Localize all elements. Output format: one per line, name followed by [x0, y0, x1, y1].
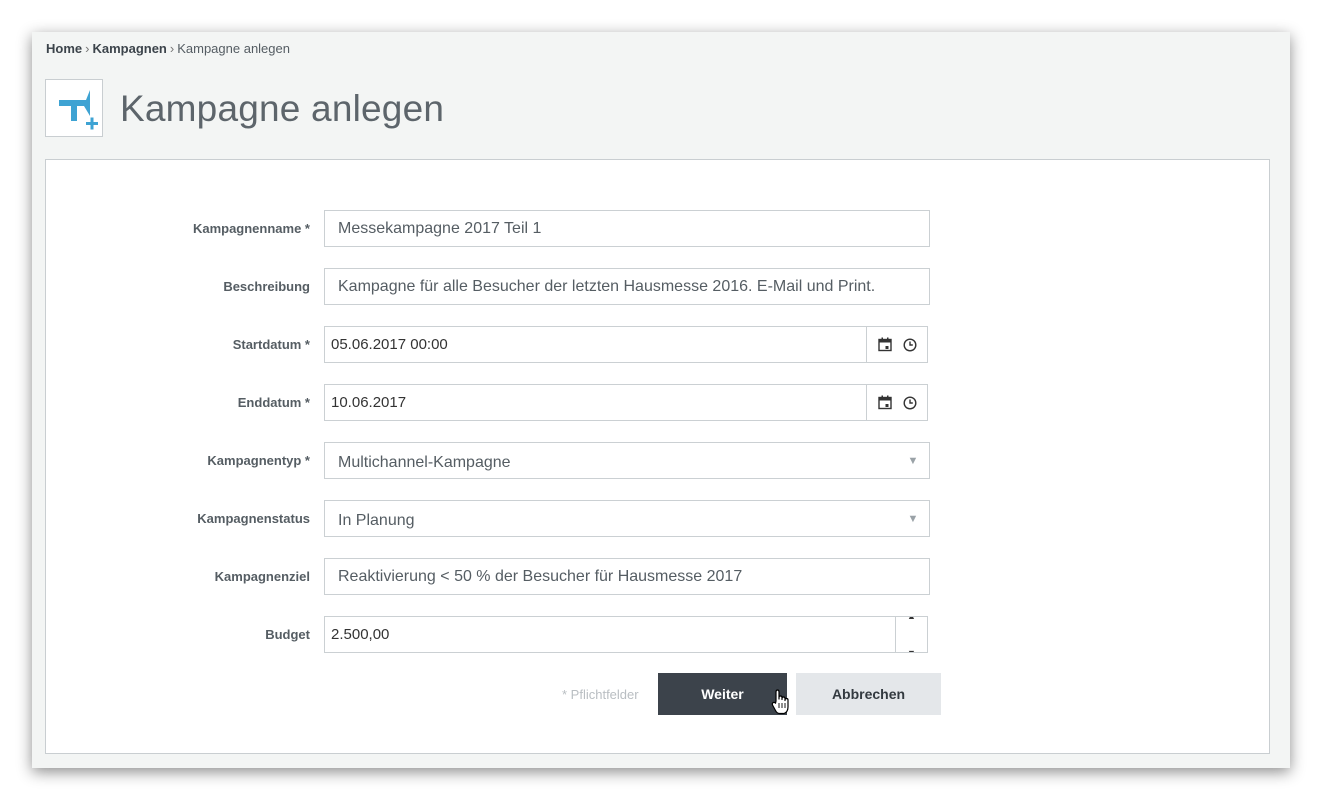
calendar-icon[interactable] — [877, 337, 892, 352]
start-date-picker-buttons — [866, 327, 927, 362]
end-date-label: Enddatum * — [237, 395, 310, 410]
start-date-value: 05.06.2017 00:00 — [331, 336, 448, 353]
end-date-picker-buttons — [866, 385, 927, 420]
clock-icon[interactable] — [902, 395, 917, 410]
budget-label: Budget — [265, 627, 310, 642]
app-window: Home › Kampagnen › Kampagne anlegen Kampagne… — [32, 32, 1290, 768]
end-date-value: 10.06.2017 — [331, 394, 407, 411]
breadcrumb: Home › Kampagnen › Kampagne anlegen — [46, 41, 290, 56]
start-date-label: Startdatum * — [232, 337, 310, 352]
calendar-icon[interactable] — [877, 395, 892, 410]
type-label: Kampagnentyp * — [207, 453, 310, 468]
breadcrumb-campaigns[interactable]: Kampagnen — [92, 41, 166, 56]
form-row-goal: Kampagnenziel Reaktivierung < 50 % der B… — [46, 558, 1271, 595]
required-fields-note: * Pflichtfelder — [562, 687, 639, 702]
goal-label: Kampagnenziel — [214, 569, 310, 584]
campaign-goal-input[interactable]: Reaktivierung < 50 % der Besucher für Ha… — [324, 558, 930, 595]
megaphone-add-icon — [45, 79, 103, 137]
name-label: Kampagnenname * — [192, 221, 310, 236]
campaign-status-select[interactable]: In Planung ▼ — [324, 500, 930, 537]
form-row-start: Startdatum * 05.06.2017 00:00 — [46, 326, 1271, 363]
chevron-down-icon[interactable]: ▼ — [897, 501, 929, 536]
budget-stepper[interactable]: 2.500,00 ▲ ▼ — [324, 616, 928, 653]
form-row-name: Kampagnenname * Messekampagne 2017 Teil … — [46, 210, 1271, 247]
hand-cursor-icon — [771, 689, 789, 715]
campaign-form: Kampagnenname * Messekampagne 2017 Teil … — [45, 159, 1270, 754]
budget-value: 2.500,00 — [331, 626, 390, 643]
campaign-type-value: Multichannel-Kampagne — [338, 454, 511, 471]
breadcrumb-home[interactable]: Home — [46, 41, 82, 56]
form-row-end: Enddatum * 10.06.2017 — [46, 384, 1271, 421]
form-row-budget: Budget 2.500,00 ▲ ▼ — [46, 616, 1271, 653]
description-label: Beschreibung — [223, 279, 310, 294]
campaign-name-input[interactable]: Messekampagne 2017 Teil 1 — [324, 210, 930, 247]
next-button[interactable]: Weiter — [658, 673, 787, 715]
decrement-icon[interactable]: ▼ — [907, 636, 916, 653]
form-row-type: Kampagnentyp * Multichannel-Kampagne ▼ — [46, 442, 1271, 479]
breadcrumb-separator: › — [85, 41, 90, 56]
breadcrumb-current: Kampagne anlegen — [177, 41, 290, 56]
form-row-description: Beschreibung Kampagne für alle Besucher … — [46, 268, 1271, 305]
page-title: Kampagne anlegen — [120, 88, 445, 129]
status-label: Kampagnenstatus — [197, 511, 310, 526]
budget-spinner: ▲ ▼ — [895, 617, 927, 652]
increment-icon[interactable]: ▲ — [907, 617, 916, 634]
cancel-button[interactable]: Abbrechen — [796, 673, 941, 715]
campaign-status-value: In Planung — [338, 512, 415, 529]
chevron-down-icon[interactable]: ▼ — [897, 443, 929, 478]
description-input[interactable]: Kampagne für alle Besucher der letzten H… — [324, 268, 930, 305]
form-row-status: Kampagnenstatus In Planung ▼ — [46, 500, 1271, 537]
end-date-field[interactable]: 10.06.2017 — [324, 384, 928, 421]
start-date-field[interactable]: 05.06.2017 00:00 — [324, 326, 928, 363]
clock-icon[interactable] — [902, 337, 917, 352]
campaign-type-select[interactable]: Multichannel-Kampagne ▼ — [324, 442, 930, 479]
breadcrumb-separator: › — [169, 41, 175, 56]
